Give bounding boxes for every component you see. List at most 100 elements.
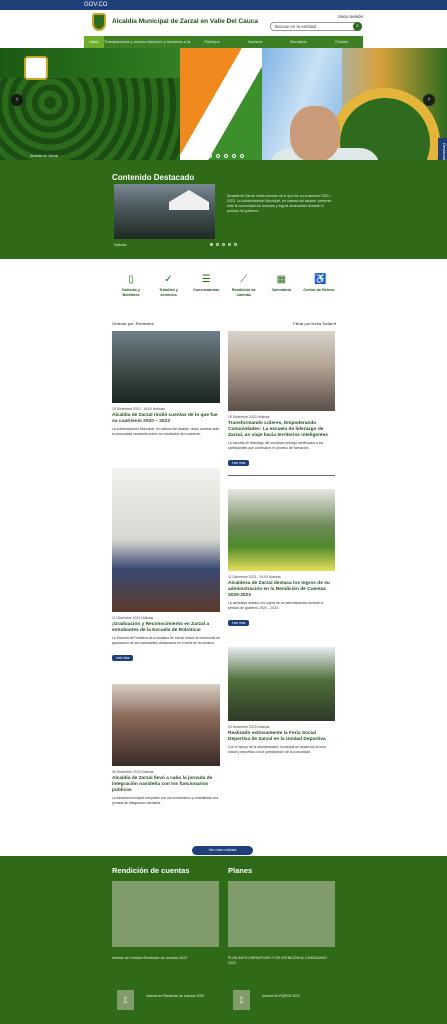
featured-dot[interactable] <box>234 243 237 246</box>
news-meta: 11 Diciembre 2023 Noticias <box>112 616 154 620</box>
check-icon: ✓ <box>164 274 173 285</box>
slider-dot[interactable] <box>200 154 204 158</box>
footer-left-image[interactable] <box>112 881 219 947</box>
slider-dot[interactable] <box>216 154 220 158</box>
news-image <box>112 331 220 403</box>
news-title[interactable]: Realizado exitosamente la Feria Social D… <box>228 731 335 743</box>
news-card[interactable]: 15 Diciembre 2023 - 16:00 Noticias Alcal… <box>112 331 220 437</box>
accessibility-icon: ♿ <box>313 274 327 285</box>
decor-stripe <box>180 48 270 160</box>
quick-links: ▯ Noticias y Boletines ✓ Trámites y servic… <box>114 275 336 298</box>
news-meta: 11 Diciembre 2023 - 15:00 Noticias <box>228 575 281 579</box>
quick-link-convocatorias[interactable]: ☰ Convocatorias <box>189 275 223 298</box>
quick-link-label: Calendario <box>271 288 292 292</box>
hero-slider[interactable]: ‹ › Alcaldía de Zarzal Destacado <box>0 48 447 160</box>
site-header: Alcaldía Municipal de Zarzal en Valle De… <box>0 10 447 36</box>
news-summary: La escuela de liderazgo del municipio en… <box>228 441 324 450</box>
quick-link-noticias[interactable]: ▯ Noticias y Boletines <box>114 275 148 298</box>
featured-dot[interactable] <box>222 243 225 246</box>
footer-right-caption[interactable]: PLAN ANTICORRUPCIÓN Y DE ATENCIÓN AL CIU… <box>228 956 335 966</box>
nav-item-participa[interactable]: Participa <box>190 36 233 48</box>
news-meta: 04 Diciembre 2023 Noticias <box>228 725 270 729</box>
nav-item-municipio[interactable]: Municipio <box>277 36 320 48</box>
footer-left-caption[interactable]: Informe de Gestión Rendición de cuentas … <box>112 956 219 961</box>
news-summary: La Alcaldía municipal compartió con los … <box>112 796 219 805</box>
news-card[interactable]: 11 Diciembre 2023 - 15:00 Noticias Alcal… <box>228 489 335 629</box>
slider-dot[interactable] <box>224 154 228 158</box>
featured-dots <box>210 243 237 246</box>
footer-section: Rendición de cuentas Planes Informe de G… <box>0 856 447 1024</box>
featured-text[interactable]: Alcaldía de Zarzal rindió cuentas de lo … <box>227 194 335 214</box>
quick-link-rendicion[interactable]: ⟋ Rendición de cuentas <box>227 275 261 298</box>
site-title[interactable]: Alcaldía Municipal de Zarzal en Valle De… <box>112 18 258 25</box>
news-summary: La Administración Municipal, en cabeza d… <box>112 427 220 436</box>
nav-item-ciudad[interactable]: Ciudad <box>320 36 363 48</box>
footer-right-image[interactable] <box>228 881 335 947</box>
slider-dot[interactable] <box>240 154 244 158</box>
document-icon[interactable]: ▯ <box>117 990 134 1010</box>
slide-caption: Alcaldía de Zarzal <box>30 154 59 158</box>
search-input[interactable]: Buscar en la entidad ⌕ <box>270 22 362 31</box>
slider-dot[interactable] <box>208 154 212 158</box>
news-meta: 15 Diciembre 2023 Noticias <box>228 415 270 419</box>
gov-topbar: GOV.CO <box>0 0 447 10</box>
news-card[interactable]: 15 Diciembre 2023 Noticias Transformando… <box>228 331 335 476</box>
read-more-button[interactable]: Leer más <box>112 655 134 661</box>
news-title[interactable]: Alcaldesa de Zarzal destaca los logros d… <box>228 581 335 599</box>
read-more-button[interactable]: Leer más <box>228 460 250 466</box>
login-link[interactable]: Inicio sesión <box>338 14 363 19</box>
news-summary: Con el apoyo de la administración munici… <box>228 745 326 754</box>
calendar-icon: ▦ <box>276 274 287 285</box>
quick-link-label: Convocatorias <box>193 288 220 292</box>
slide-logo <box>24 56 48 80</box>
sort-select[interactable]: Ordenar por: Recientes <box>112 321 154 326</box>
slider-dot[interactable] <box>232 154 236 158</box>
nav-item-atencion[interactable]: Atención y servicios a la ciudadanía <box>147 36 190 48</box>
search-icon[interactable]: ⌕ <box>353 22 362 31</box>
news-image <box>228 331 335 411</box>
search-placeholder: Buscar en la entidad <box>275 24 317 29</box>
footer-doc-label[interactable]: Informe de Rendición de cuentas 2023 <box>146 994 216 999</box>
news-title[interactable]: ¡Graduación y Reconocimiento en Zarzal a… <box>112 622 220 634</box>
nav-item-home[interactable]: Inicio <box>84 36 104 48</box>
news-summary: La Escuela de Robótica de la Alcaldía de… <box>112 636 220 645</box>
news-image <box>112 684 220 766</box>
news-meta: 06 Diciembre 2023 Noticias <box>112 770 154 774</box>
slider-next-button[interactable]: › <box>423 94 435 106</box>
news-filters: Ordenar por: Recientes Filtrar por fecha… <box>112 321 336 329</box>
featured-image[interactable] <box>114 184 215 239</box>
document-icon: ▯ <box>128 274 134 285</box>
nav-item-nuestra[interactable]: Nuestra <box>234 36 277 48</box>
chart-icon: ⟋ <box>240 274 248 285</box>
divider <box>228 475 335 476</box>
quick-link-tramites[interactable]: ✓ Trámites y servicios <box>152 275 186 298</box>
footer-doc-label[interactable]: Informe de PQRSD 2023 <box>262 994 332 999</box>
quick-link-calendario[interactable]: ▦ Calendario <box>264 275 298 298</box>
person-head <box>290 106 340 160</box>
side-tab[interactable]: Destacado <box>438 138 447 160</box>
featured-dot[interactable] <box>210 243 213 246</box>
featured-dot[interactable] <box>228 243 231 246</box>
nav-item-transparencia[interactable]: Transparencia y acceso a la información … <box>104 36 147 48</box>
quick-link-relevo[interactable]: ♿ Centro de Relevo <box>302 275 336 298</box>
date-filter-select[interactable]: Filtrar por fecha Todas ▾ <box>293 321 336 326</box>
news-card[interactable]: 11 Diciembre 2023 Noticias ¡Graduación y… <box>112 468 220 664</box>
municipal-logo[interactable] <box>92 13 106 31</box>
news-meta: 15 Diciembre 2023 - 16:00 Noticias <box>112 407 165 411</box>
news-image <box>228 489 335 571</box>
load-more-button[interactable]: Ver más noticias <box>192 846 253 855</box>
gov-label[interactable]: GOV.CO <box>84 2 107 8</box>
read-more-button[interactable]: Leer más <box>228 620 250 626</box>
document-icon[interactable]: ▯ <box>233 990 250 1010</box>
news-title[interactable]: Alcaldía de Zarzal llevó a cabo la jorna… <box>112 776 220 794</box>
featured-heading: Contenido Destacado <box>112 173 195 182</box>
slider-prev-button[interactable]: ‹ <box>11 94 23 106</box>
news-title[interactable]: Transformando Líderes, Empoderando Comun… <box>228 421 335 439</box>
featured-dot[interactable] <box>216 243 219 246</box>
quick-link-label: Trámites y servicios <box>159 288 178 297</box>
news-title[interactable]: Alcaldía de Zarzal rindió cuentas de lo … <box>112 413 220 425</box>
news-image <box>228 647 335 721</box>
featured-section: Contenido Destacado Alcaldía de Zarzal r… <box>0 160 447 259</box>
news-card[interactable]: 06 Diciembre 2023 Noticias Alcaldía de Z… <box>112 684 220 806</box>
news-card[interactable]: 04 Diciembre 2023 Noticias Realizado exi… <box>228 647 335 755</box>
